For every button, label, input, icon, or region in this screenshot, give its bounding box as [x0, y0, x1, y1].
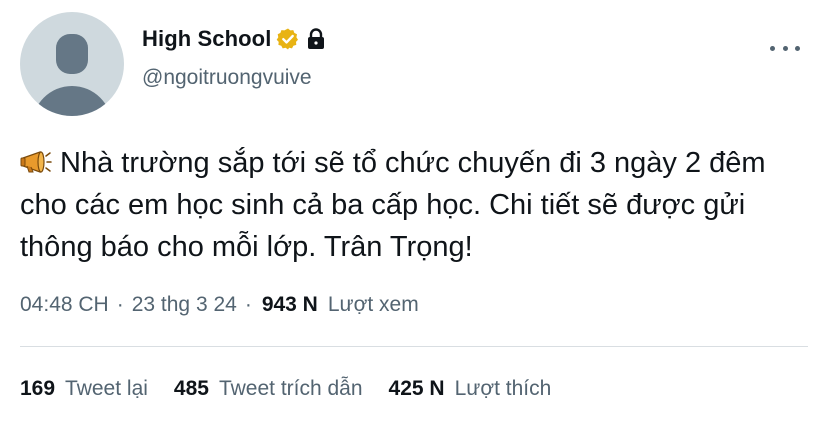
likes-label: Lượt thích: [454, 377, 552, 400]
tweet-meta: 04:48 CH · 23 thg 3 24 · 943 N Lượt xem: [20, 288, 419, 322]
more-dot: [795, 45, 800, 51]
tweet-text: Nhà trường sắp tới sẽ tổ chức chuyến đi …: [20, 147, 766, 263]
more-dot: [782, 45, 788, 51]
display-name[interactable]: High School: [142, 26, 271, 52]
author-name-row: High School: [142, 24, 326, 54]
lock-icon: [308, 28, 325, 49]
likes-stat[interactable]: 425 N Lượt thích: [389, 377, 552, 401]
megaphone-icon: [20, 151, 52, 173]
quote-tweets-stat[interactable]: 485 Tweet trích dẫn: [174, 377, 363, 401]
tweet-time[interactable]: 04:48 CH: [20, 293, 109, 317]
avatar-body-shape: [32, 86, 112, 116]
retweets-stat[interactable]: 169 Tweet lại: [20, 377, 148, 401]
engagement-stats: 169 Tweet lại 485 Tweet trích dẫn 425 N …: [20, 372, 577, 406]
meta-separator: ·: [244, 293, 252, 316]
more-options-icon[interactable]: [770, 38, 800, 58]
avatar-head-shape: [56, 34, 88, 74]
divider: [20, 346, 808, 347]
verified-badge-icon: [277, 28, 299, 50]
meta-separator: ·: [116, 293, 124, 316]
retweets-count: 169: [20, 377, 56, 400]
avatar[interactable]: [20, 12, 124, 116]
likes-count: 425 N: [388, 377, 445, 400]
more-dot: [770, 45, 775, 51]
views-count: 943 N: [261, 293, 318, 316]
user-handle[interactable]: @ngoitruongvuive: [142, 66, 312, 90]
quote-tweets-label: Tweet trích dẫn: [218, 377, 363, 400]
quote-tweets-count: 485: [173, 377, 209, 400]
tweet-body: Nhà trường sắp tới sẽ tổ chức chuyến đi …: [20, 142, 820, 268]
views-label: Lượt xem: [327, 293, 419, 316]
tweet-date[interactable]: 23 thg 3 24: [132, 293, 237, 317]
retweets-label: Tweet lại: [65, 377, 148, 400]
